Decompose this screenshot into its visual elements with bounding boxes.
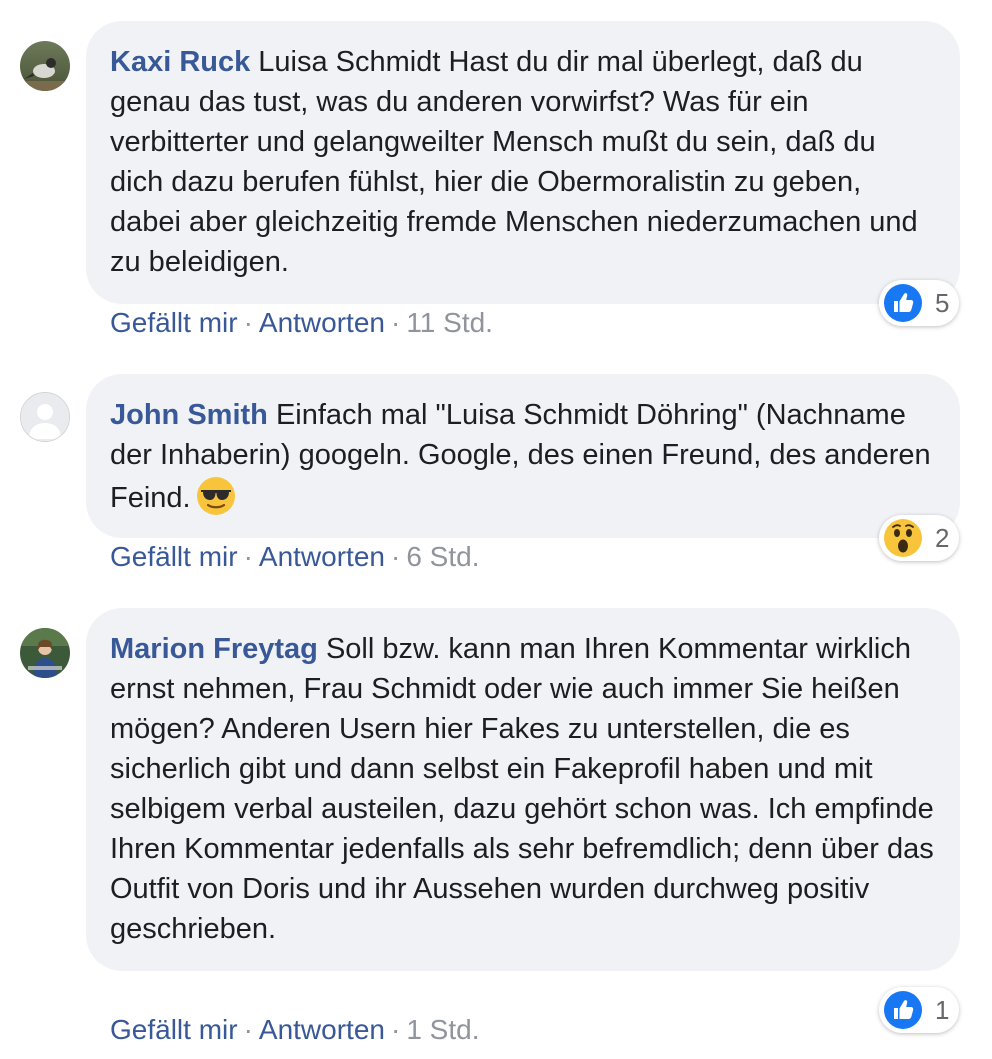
like-link[interactable]: Gefällt mir: [110, 307, 238, 338]
comment-actions: Gefällt mir · Antworten · 1 Std.: [110, 1013, 479, 1047]
comment-text: Soll bzw. kann man Ihren Kommentar wirkl…: [110, 633, 934, 945]
comment-author[interactable]: John Smith: [110, 399, 268, 431]
comment-author[interactable]: Kaxi Ruck: [110, 46, 250, 78]
comment-text: Luisa Schmidt Hast du dir mal überlegt, …: [110, 46, 918, 278]
like-reaction-icon: [884, 284, 922, 322]
wow-reaction-icon: [884, 519, 922, 557]
reply-link[interactable]: Antworten: [259, 307, 385, 338]
comment-bubble: Marion Freytag Soll bzw. kann man Ihren …: [86, 608, 960, 971]
separator: ·: [243, 541, 253, 572]
comment-bubble: John Smith Einfach mal "Luisa Schmidt Dö…: [86, 374, 960, 538]
comment-bubble: Kaxi Ruck Luisa Schmidt Hast du dir mal …: [86, 21, 960, 304]
reaction-count: 1: [935, 994, 950, 1025]
comment-timestamp[interactable]: 6 Std.: [406, 541, 479, 572]
separator: ·: [243, 1014, 253, 1045]
reaction-summary[interactable]: 2: [879, 515, 960, 561]
avatar[interactable]: [20, 41, 70, 91]
reaction-summary[interactable]: 5: [879, 280, 960, 326]
like-link[interactable]: Gefällt mir: [110, 1014, 238, 1045]
avatar[interactable]: [20, 628, 70, 678]
like-link[interactable]: Gefällt mir: [110, 541, 238, 572]
comment-timestamp[interactable]: 11 Std.: [406, 307, 493, 338]
reaction-count: 5: [935, 287, 950, 318]
comment-timestamp[interactable]: 1 Std.: [406, 1014, 479, 1045]
separator: ·: [390, 541, 401, 572]
comment-actions: Gefällt mir · Antworten · 11 Std.: [110, 306, 493, 340]
separator: ·: [390, 1014, 401, 1045]
comment-actions: Gefällt mir · Antworten · 6 Std.: [110, 540, 479, 574]
separator: ·: [243, 307, 253, 338]
reaction-summary[interactable]: 1: [879, 987, 960, 1033]
reply-link[interactable]: Antworten: [259, 1014, 385, 1045]
avatar[interactable]: [20, 392, 70, 442]
separator: ·: [390, 307, 401, 338]
sunglasses-face-icon: [196, 477, 235, 515]
reaction-count: 2: [935, 522, 950, 553]
reply-link[interactable]: Antworten: [259, 541, 385, 572]
comment-author[interactable]: Marion Freytag: [110, 633, 318, 665]
like-reaction-icon: [884, 991, 922, 1029]
